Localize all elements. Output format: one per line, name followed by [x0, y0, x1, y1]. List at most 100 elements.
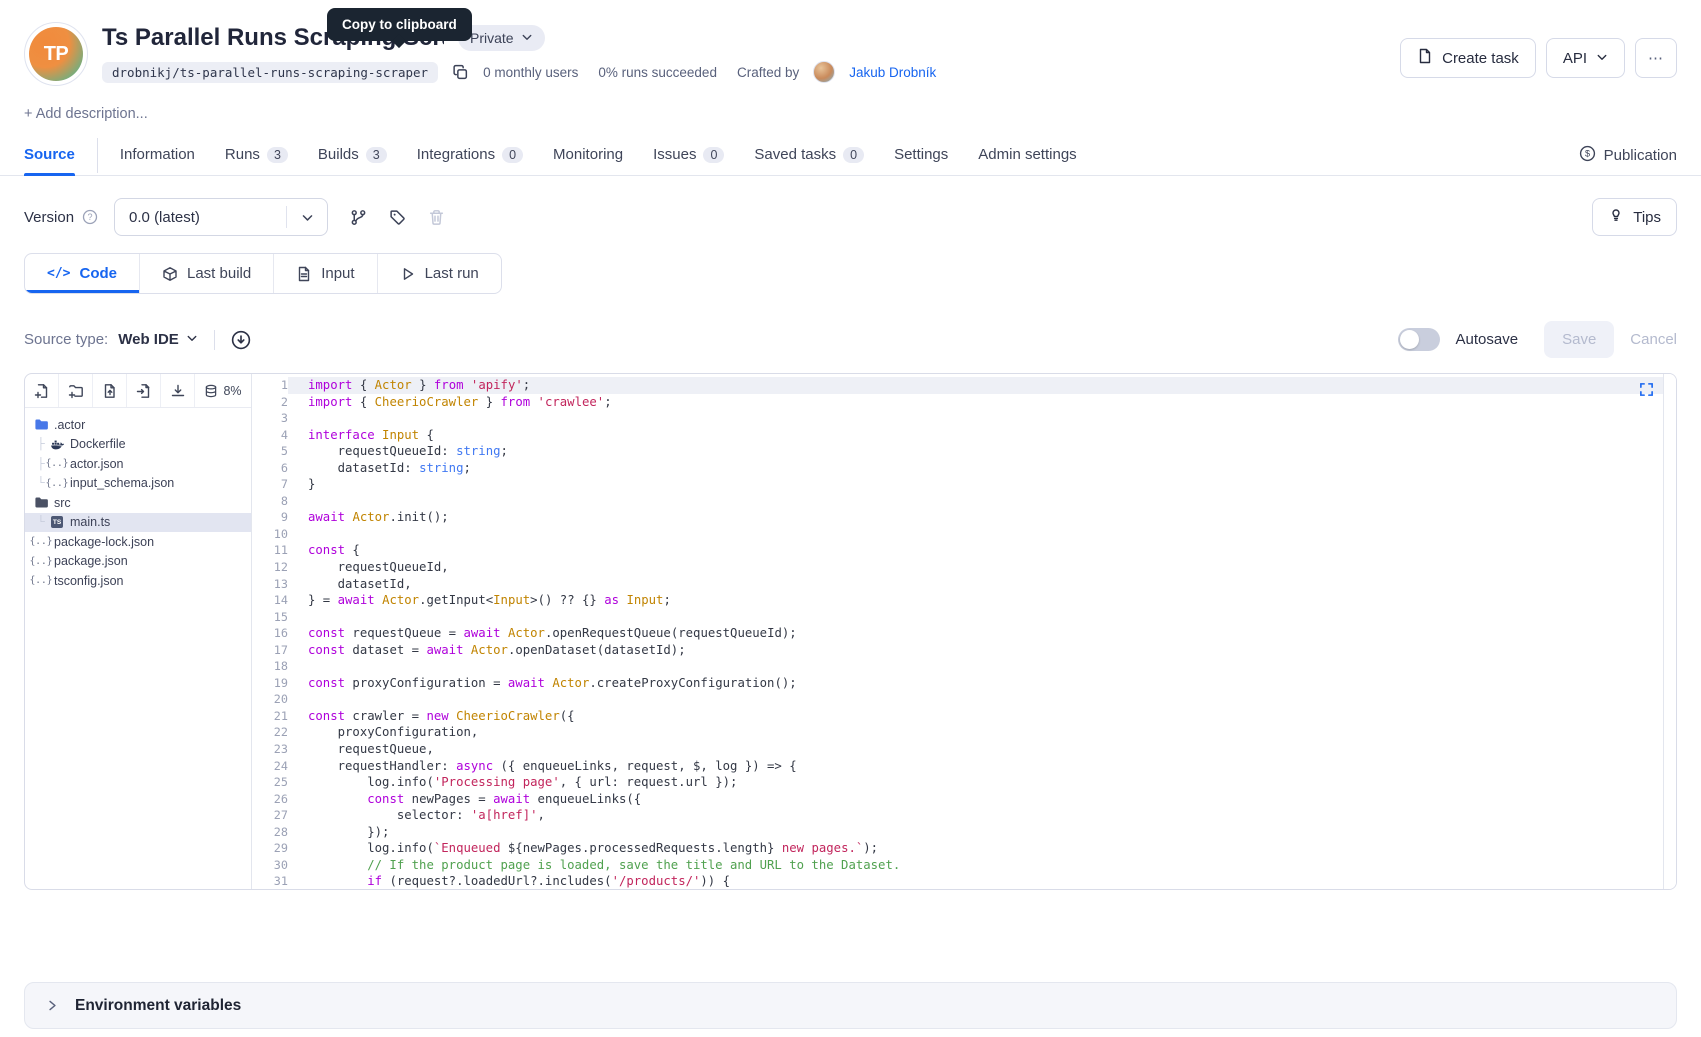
code-line[interactable]: 23 requestQueue,: [252, 741, 1676, 758]
tab-saved-tasks[interactable]: Saved tasks0: [754, 136, 864, 175]
braces-icon: {..}: [33, 536, 49, 547]
upload-file-icon[interactable]: [93, 374, 127, 407]
code-line[interactable]: 3: [252, 410, 1676, 427]
code-line[interactable]: 13 datasetId,: [252, 576, 1676, 593]
tree-item-package-json[interactable]: {..}package.json: [25, 552, 251, 572]
code-line[interactable]: 11const {: [252, 542, 1676, 559]
tag-icon[interactable]: [389, 209, 406, 226]
line-number: 8: [252, 493, 288, 510]
code-line[interactable]: 30 // If the product page is loaded, sav…: [252, 857, 1676, 874]
tab-count-badge: 0: [703, 147, 724, 163]
code-line[interactable]: 16const requestQueue = await Actor.openR…: [252, 625, 1676, 642]
code-line[interactable]: 10: [252, 526, 1676, 543]
code-line-content: if (request?.loadedUrl?.includes('/produ…: [288, 873, 1676, 889]
new-file-icon[interactable]: [25, 374, 59, 407]
code-line[interactable]: 9await Actor.init();: [252, 509, 1676, 526]
tree-item--actor[interactable]: .actor: [25, 415, 251, 435]
tab-publication[interactable]: $ Publication: [1579, 136, 1677, 175]
add-description-button[interactable]: + Add description...: [24, 106, 1701, 122]
folder-icon: [33, 495, 49, 510]
subtab-input[interactable]: Input: [274, 254, 377, 293]
version-select[interactable]: 0.0 (latest): [114, 198, 328, 236]
actor-avatar: TP: [24, 22, 88, 86]
code-line[interactable]: 17const dataset = await Actor.openDatase…: [252, 642, 1676, 659]
tab-admin-settings[interactable]: Admin settings: [978, 136, 1076, 175]
code-line[interactable]: 29 log.info(`Enqueued ${newPages.process…: [252, 840, 1676, 857]
code-line[interactable]: 31 if (request?.loadedUrl?.includes('/pr…: [252, 873, 1676, 889]
line-number: 13: [252, 576, 288, 593]
tab-settings[interactable]: Settings: [894, 136, 948, 175]
code-line[interactable]: 25 log.info('Processing page', { url: re…: [252, 774, 1676, 791]
code-line[interactable]: 8: [252, 493, 1676, 510]
tab-integrations[interactable]: Integrations0: [417, 136, 523, 175]
code-editor[interactable]: 1import { Actor } from 'apify';2import {…: [252, 374, 1676, 889]
code-line-content: datasetId,: [288, 576, 1676, 593]
tab-information[interactable]: Information: [120, 136, 195, 175]
cancel-button[interactable]: Cancel: [1630, 331, 1677, 348]
tab-runs[interactable]: Runs3: [225, 136, 288, 175]
tree-item-tsconfig-json[interactable]: {..}tsconfig.json: [25, 571, 251, 591]
move-file-icon[interactable]: [127, 374, 161, 407]
tab-label: Monitoring: [553, 146, 623, 163]
code-line[interactable]: 4interface Input {: [252, 427, 1676, 444]
tree-connector: ├: [37, 438, 49, 450]
download-icon[interactable]: [161, 374, 195, 407]
tab-monitoring[interactable]: Monitoring: [553, 136, 623, 175]
code-line[interactable]: 27 selector: 'a[href]',: [252, 807, 1676, 824]
git-branch-icon[interactable]: [350, 209, 367, 226]
code-line[interactable]: 20: [252, 691, 1676, 708]
actor-id-badge[interactable]: drobnikj/ts-parallel-runs-scraping-scrap…: [102, 62, 438, 83]
code-line-content: log.info('Processing page', { url: reque…: [288, 774, 1676, 791]
code-line[interactable]: 28 });: [252, 824, 1676, 841]
code-line[interactable]: 1import { Actor } from 'apify';: [252, 377, 1676, 394]
code-line[interactable]: 6 datasetId: string;: [252, 460, 1676, 477]
tree-item-dockerfile[interactable]: ├Dockerfile: [25, 435, 251, 455]
code-line[interactable]: 14} = await Actor.getInput<Input>() ?? {…: [252, 592, 1676, 609]
subtab-code[interactable]: </>Code: [25, 254, 140, 293]
download-source-icon[interactable]: [231, 330, 251, 350]
source-type-select[interactable]: Web IDE: [118, 331, 198, 348]
fullscreen-icon[interactable]: [1639, 382, 1654, 397]
code-line[interactable]: 12 requestQueueId,: [252, 559, 1676, 576]
api-button[interactable]: API: [1546, 38, 1625, 78]
tab-builds[interactable]: Builds3: [318, 136, 387, 175]
tab-label: Information: [120, 146, 195, 163]
new-folder-icon[interactable]: [59, 374, 93, 407]
svg-text:$: $: [1585, 149, 1590, 159]
code-line[interactable]: 7}: [252, 476, 1676, 493]
code-line-content: [288, 493, 1676, 510]
tree-item-actor-json[interactable]: ├{..}actor.json: [25, 454, 251, 474]
code-line[interactable]: 18: [252, 658, 1676, 675]
code-line[interactable]: 24 requestHandler: async ({ enqueueLinks…: [252, 758, 1676, 775]
copy-icon[interactable]: [452, 64, 469, 81]
delete-version-icon[interactable]: [428, 209, 445, 226]
line-number: 6: [252, 460, 288, 477]
code-line[interactable]: 2import { CheerioCrawler } from 'crawlee…: [252, 394, 1676, 411]
code-line[interactable]: 15: [252, 609, 1676, 626]
tree-item-src[interactable]: src: [25, 493, 251, 513]
subtab-last-build[interactable]: Last build: [140, 254, 274, 293]
code-line[interactable]: 5 requestQueueId: string;: [252, 443, 1676, 460]
tab-source[interactable]: Source: [24, 136, 75, 175]
save-button[interactable]: Save: [1544, 321, 1614, 358]
code-line[interactable]: 26 const newPages = await enqueueLinks({: [252, 791, 1676, 808]
subtab-last-run[interactable]: Last run: [378, 254, 501, 293]
tree-item-main-ts[interactable]: └TSmain.ts: [25, 513, 251, 533]
environment-variables-section[interactable]: Environment variables: [24, 982, 1677, 1029]
tree-item-input-schema-json[interactable]: └{..}input_schema.json: [25, 474, 251, 494]
code-line[interactable]: 22 proxyConfiguration,: [252, 724, 1676, 741]
create-task-button[interactable]: Create task: [1400, 38, 1536, 78]
author-link[interactable]: Jakub Drobník: [849, 65, 936, 80]
code-line[interactable]: 21const crawler = new CheerioCrawler({: [252, 708, 1676, 725]
help-icon[interactable]: ?: [82, 209, 98, 225]
more-button[interactable]: ⋯: [1635, 38, 1677, 78]
tree-item-label: src: [54, 496, 71, 510]
autosave-toggle[interactable]: [1398, 328, 1440, 351]
code-line[interactable]: 19const proxyConfiguration = await Actor…: [252, 675, 1676, 692]
editor-scrollbar[interactable]: [1663, 374, 1676, 889]
tree-item-package-lock-json[interactable]: {..}package-lock.json: [25, 532, 251, 552]
tips-button[interactable]: Tips: [1592, 198, 1677, 236]
tab-issues[interactable]: Issues 0: [653, 136, 724, 175]
tab-label: Issues: [653, 146, 696, 163]
file-tree-toolbar: 8%: [25, 374, 251, 408]
